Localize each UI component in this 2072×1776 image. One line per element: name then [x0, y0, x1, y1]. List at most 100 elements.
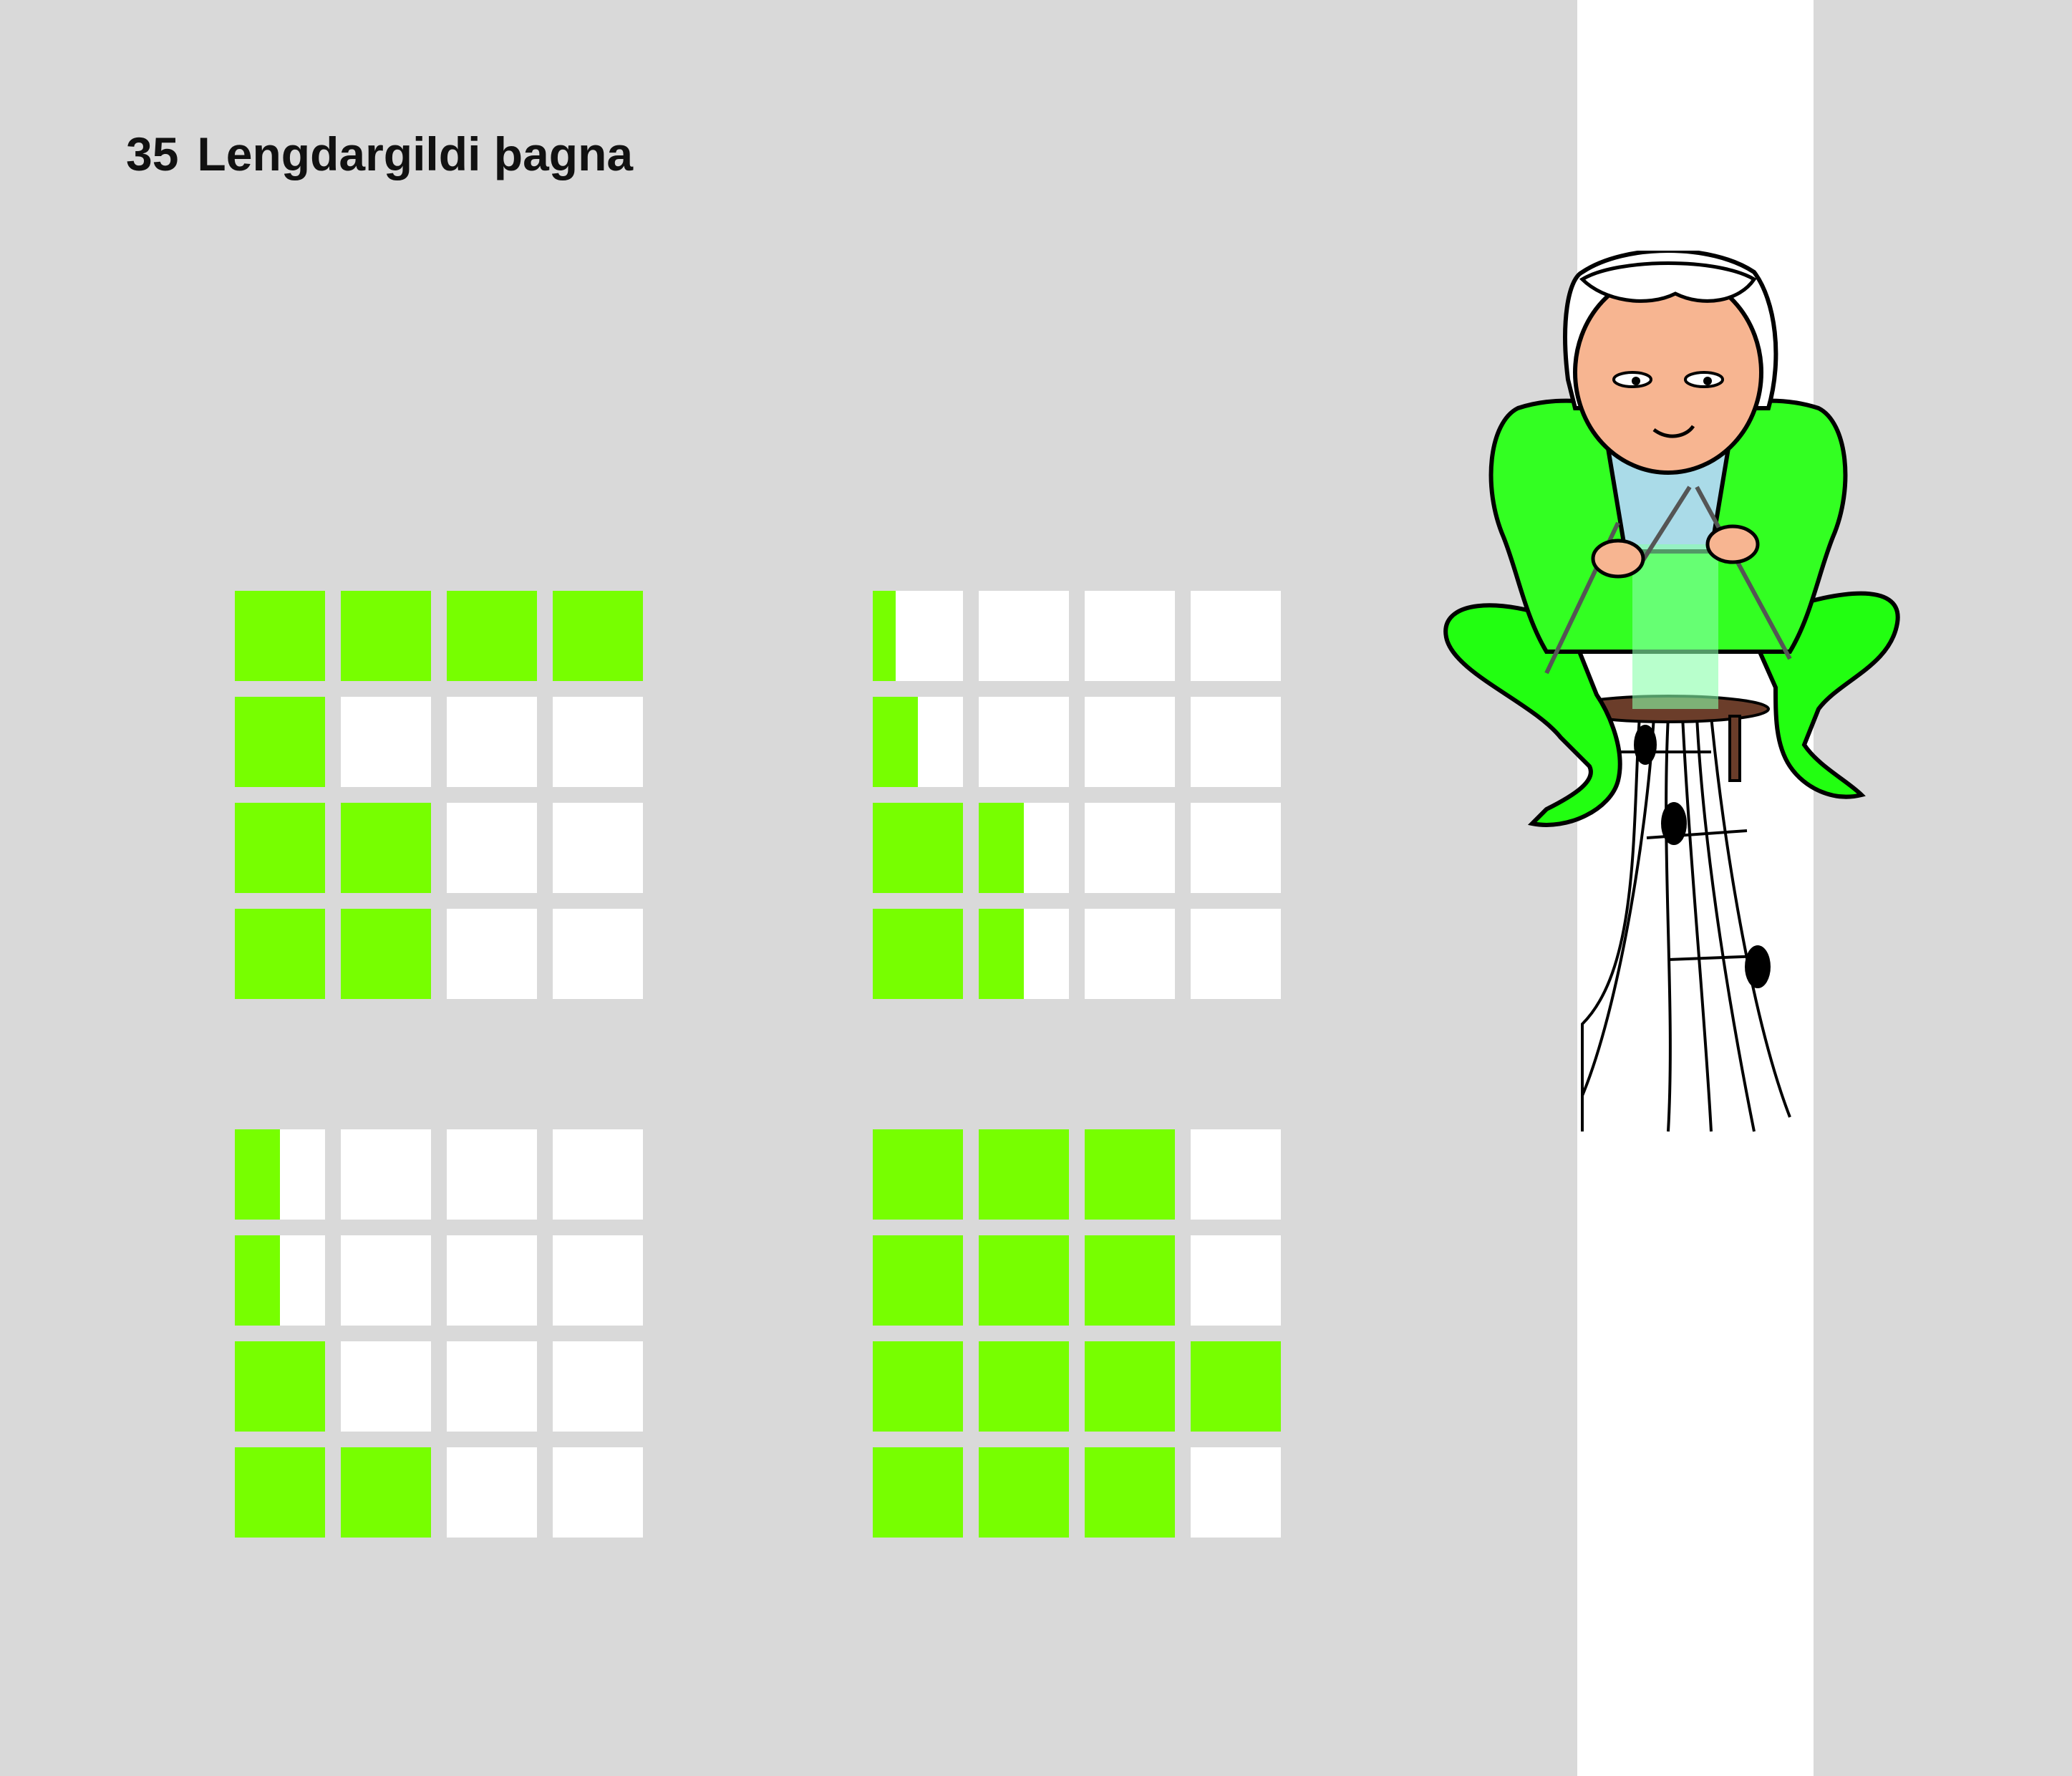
- grid-cell-fill: [341, 591, 431, 681]
- grid-cell: [553, 1235, 643, 1326]
- grid-cell: [873, 909, 963, 999]
- grid-cell: [1085, 697, 1175, 787]
- grid-cell: [447, 1341, 537, 1432]
- grid-cell: [341, 591, 431, 681]
- grid-cell: [873, 697, 963, 787]
- grid-cell: [553, 909, 643, 999]
- grid-cell-fill: [447, 591, 537, 681]
- grid-cell: [235, 1235, 325, 1326]
- grid-cell: [447, 1235, 537, 1326]
- grid-cell: [1191, 1235, 1281, 1326]
- grid-cell: [341, 1235, 431, 1326]
- grid-cell: [1085, 1447, 1175, 1538]
- grid-cell-fill: [235, 803, 325, 893]
- grid-cell-fill: [235, 1235, 280, 1326]
- grid-cell: [447, 909, 537, 999]
- grid-cell: [1191, 1129, 1281, 1220]
- grid-cell-fill: [341, 1447, 431, 1538]
- grid-cell: [235, 1447, 325, 1538]
- grid-cell-fill: [979, 909, 1024, 999]
- grid-cell-fill: [873, 803, 963, 893]
- grid-cell-fill: [235, 591, 325, 681]
- grid-cell-fill: [873, 591, 896, 681]
- exercise-number: 35: [126, 127, 179, 180]
- grid-cell: [553, 591, 643, 681]
- grid-cell: [979, 803, 1069, 893]
- page-title: 35 Lengdargildi þagna: [126, 130, 633, 178]
- grid-cell: [235, 1129, 325, 1220]
- grid-cell: [1191, 1341, 1281, 1432]
- grid-cell: [235, 1341, 325, 1432]
- grid-cell-fill: [873, 1235, 963, 1326]
- grid-cell: [447, 803, 537, 893]
- grid-cell: [553, 1447, 643, 1538]
- grid-cell: [873, 1235, 963, 1326]
- grid-cell: [873, 1447, 963, 1538]
- grid-cell: [235, 591, 325, 681]
- grid-cell-fill: [1085, 1235, 1175, 1326]
- grid-cell-fill: [979, 1447, 1069, 1538]
- grid-cell: [447, 1447, 537, 1538]
- fraction-grid-top-right: [873, 591, 1282, 999]
- grid-cell: [235, 909, 325, 999]
- grid-cell: [1085, 1129, 1175, 1220]
- grid-cell-fill: [553, 591, 643, 681]
- grid-cell: [341, 1129, 431, 1220]
- grid-cell: [979, 1235, 1069, 1326]
- exercise-title: Lengdargildi þagna: [197, 127, 634, 180]
- grid-cell: [979, 1447, 1069, 1538]
- grid-cell-fill: [341, 803, 431, 893]
- fraction-grid-bottom-left: [235, 1129, 644, 1538]
- grid-cell: [553, 1341, 643, 1432]
- music-notes: [1634, 725, 1771, 988]
- grid-cell-fill: [235, 1129, 280, 1220]
- grid-cell: [1085, 591, 1175, 681]
- grid-cell: [979, 697, 1069, 787]
- grid-cell-fill: [873, 697, 918, 787]
- grid-cell: [447, 1129, 537, 1220]
- grid-cell-fill: [873, 1447, 963, 1538]
- grid-cell: [341, 1447, 431, 1538]
- fraction-grid-top-left: [235, 591, 644, 999]
- grid-cell: [873, 1129, 963, 1220]
- grid-cell: [553, 697, 643, 787]
- grid-cell-fill: [979, 803, 1024, 893]
- grid-cell-fill: [341, 909, 431, 999]
- grid-cell: [1191, 591, 1281, 681]
- grid-cell: [447, 697, 537, 787]
- grid-cell-fill: [1191, 1341, 1281, 1432]
- grid-cell-fill: [235, 1341, 325, 1432]
- grid-cell: [873, 591, 963, 681]
- grid-cell: [1085, 1341, 1175, 1432]
- grid-cell: [1085, 803, 1175, 893]
- grid-cell-fill: [235, 909, 325, 999]
- grid-cell-fill: [873, 1129, 963, 1220]
- grid-cell: [979, 909, 1069, 999]
- grid-cell-fill: [235, 697, 325, 787]
- grid-cell: [341, 909, 431, 999]
- grid-cell: [341, 1341, 431, 1432]
- grid-cell: [1191, 1447, 1281, 1538]
- grid-cell-fill: [979, 1341, 1069, 1432]
- grid-cell: [341, 697, 431, 787]
- fraction-grid-bottom-right: [873, 1129, 1282, 1538]
- grid-cell: [979, 1341, 1069, 1432]
- knitter-illustration: [1443, 251, 1900, 1132]
- grid-cell-fill: [873, 1341, 963, 1432]
- grid-cell: [873, 1341, 963, 1432]
- grid-cell: [235, 697, 325, 787]
- grid-cell-fill: [979, 1129, 1069, 1220]
- grid-cell-fill: [1085, 1447, 1175, 1538]
- grid-cell: [979, 591, 1069, 681]
- grid-cell: [1191, 909, 1281, 999]
- grid-cell: [235, 803, 325, 893]
- grid-cell: [447, 591, 537, 681]
- grid-cell-fill: [1085, 1341, 1175, 1432]
- grid-cell: [1191, 803, 1281, 893]
- grid-cell: [553, 803, 643, 893]
- grid-cell-fill: [873, 909, 963, 999]
- page-background: 35 Lengdargildi þagna: [0, 0, 2072, 1776]
- knitted-fabric: [1632, 544, 1718, 709]
- grid-cell-fill: [1085, 1129, 1175, 1220]
- grid-cell: [1085, 1235, 1175, 1326]
